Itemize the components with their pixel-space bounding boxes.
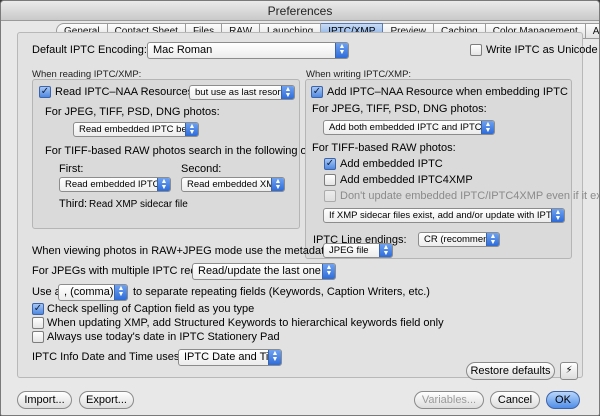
popup-arrows-icon: ▲ ▼ xyxy=(486,233,499,246)
raw-jpeg-value: JPEG file xyxy=(329,245,369,256)
third-label: Third: xyxy=(59,198,88,210)
dont-update-checkbox[interactable] xyxy=(324,190,336,202)
multiple-records-value: Read/update the last one xyxy=(198,265,321,277)
multiple-records-popup[interactable]: Read/update the last one ▲ ▼ xyxy=(192,263,336,280)
popup-arrows-icon: ▲ ▼ xyxy=(335,43,348,58)
checkmark-icon: ✓ xyxy=(312,86,322,97)
read-jpeg-label: For JPEG, TIFF, PSD, DNG photos: xyxy=(45,106,220,118)
variables-button[interactable]: Variables... xyxy=(414,391,484,409)
first-order-value: Read embedded IPTC xyxy=(65,179,160,190)
today-date-checkbox[interactable] xyxy=(32,331,44,343)
first-order-popup[interactable]: Read embedded IPTC ▲ ▼ xyxy=(59,177,171,192)
import-button[interactable]: Import... xyxy=(17,391,72,409)
add-naa-checkbox[interactable]: ✓ xyxy=(311,86,323,98)
line-endings-popup[interactable]: CR (recommended) ▲ ▼ xyxy=(418,232,500,247)
today-date-label: Always use today's date in IPTC Statione… xyxy=(47,331,280,343)
popup-arrows-icon: ▲ ▼ xyxy=(481,121,494,134)
separator-value: , (comma) xyxy=(64,286,114,298)
read-jpeg-value: Read embedded IPTC before XMP xyxy=(79,124,198,135)
read-naa-label: Read IPTC–NAA Resources xyxy=(55,86,194,98)
encoding-label: Default IPTC Encoding: xyxy=(32,44,147,56)
spelling-checkbox[interactable]: ✓ xyxy=(32,303,44,315)
write-jpeg-label: For JPEG, TIFF, PSD, DNG photos: xyxy=(312,103,487,115)
write-unicode-checkbox[interactable] xyxy=(470,44,482,56)
sidecar-value: If XMP sidecar files exist, add and/or u… xyxy=(329,210,565,221)
cancel-button[interactable]: Cancel xyxy=(490,391,540,409)
popup-arrows-icon: ▲ ▼ xyxy=(322,264,335,279)
second-order-popup[interactable]: Read embedded XMP ▲ ▼ xyxy=(181,177,285,192)
writing-groupbox: ✓ Add IPTC–NAA Resource when embedding I… xyxy=(305,79,599,259)
lightning-icon: ⚡ xyxy=(565,365,573,376)
read-naa-checkbox[interactable]: ✓ xyxy=(39,86,51,98)
add-iptc4xmp-label: Add embedded IPTC4XMP xyxy=(340,174,473,186)
add-iptc-checkbox[interactable]: ✓ xyxy=(324,158,336,170)
dont-update-label: Don't update embedded IPTC/IPTC4XMP even… xyxy=(340,190,600,202)
checkmark-icon: ✓ xyxy=(33,303,43,314)
add-iptc4xmp-checkbox[interactable] xyxy=(324,174,336,186)
add-iptc-label: Add embedded IPTC xyxy=(340,158,443,170)
write-raw-label: For TIFF-based RAW photos: xyxy=(312,142,456,154)
second-label: Second: xyxy=(181,163,222,175)
checkmark-icon: ✓ xyxy=(40,86,50,97)
read-naa-mode-value: but use as last resort xyxy=(195,87,284,98)
structured-keywords-checkbox[interactable] xyxy=(32,317,44,329)
datetime-label: IPTC Info Date and Time uses: xyxy=(32,351,183,363)
reading-groupbox: ✓ Read IPTC–NAA Resources but use as las… xyxy=(32,79,329,229)
export-button[interactable]: Export... xyxy=(79,391,134,409)
read-jpeg-popup[interactable]: Read embedded IPTC before XMP ▲▼ xyxy=(73,122,199,137)
popup-arrows-icon: ▲ ▼ xyxy=(268,350,281,365)
add-naa-label: Add IPTC–NAA Resource when embedding IPT… xyxy=(327,86,568,98)
write-jpeg-value: Add both embedded IPTC and IPTC4XMP xyxy=(329,122,495,133)
checkmark-icon: ✓ xyxy=(325,158,335,169)
sidecar-popup[interactable]: If XMP sidecar files exist, add and/or u… xyxy=(323,208,565,223)
read-raw-label: For TIFF-based RAW photos search in the … xyxy=(45,145,330,157)
ok-button[interactable]: OK xyxy=(546,391,580,409)
popup-arrows-icon: ▲ ▼ xyxy=(379,244,392,257)
popup-arrows-icon: ▲ ▼ xyxy=(551,209,564,222)
preferences-window: Preferences General Contact Sheet Files … xyxy=(0,0,600,416)
window-title: Preferences xyxy=(1,1,599,21)
encoding-popup[interactable]: Mac Roman ▲ ▼ xyxy=(147,42,349,59)
structured-keywords-label: When updating XMP, add Structured Keywor… xyxy=(47,317,444,329)
encoding-value: Mac Roman xyxy=(153,44,213,56)
popup-arrows-icon: ▲ ▼ xyxy=(114,285,127,300)
lightning-button[interactable]: ⚡ xyxy=(560,362,578,380)
datetime-popup[interactable]: IPTC Date and Time ▲ ▼ xyxy=(178,349,282,366)
popup-arrows-icon: ▲ ▼ xyxy=(157,178,170,191)
separator-use-label: Use a xyxy=(32,286,61,298)
spelling-label: Check spelling of Caption field as you t… xyxy=(47,303,255,315)
popup-arrows-icon: ▲ ▼ xyxy=(185,123,198,136)
popup-arrows-icon: ▲ ▼ xyxy=(281,86,294,99)
raw-jpeg-popup[interactable]: JPEG file ▲ ▼ xyxy=(323,243,393,258)
third-order-value: Read XMP sidecar file xyxy=(89,199,188,210)
first-label: First: xyxy=(59,163,84,175)
popup-arrows-icon: ▲ ▼ xyxy=(271,178,284,191)
second-order-value: Read embedded XMP xyxy=(187,179,281,190)
read-naa-mode-popup[interactable]: but use as last resort ▲ ▼ xyxy=(189,85,295,100)
write-unicode-label: Write IPTC as Unicode xyxy=(486,44,598,56)
restore-defaults-button[interactable]: Restore defaults xyxy=(466,362,555,380)
write-jpeg-popup[interactable]: Add both embedded IPTC and IPTC4XMP ▲ ▼ xyxy=(323,120,495,135)
tab-accessibility[interactable]: Accessibility xyxy=(585,23,599,39)
tab-content-panel: Default IPTC Encoding: Mac Roman ▲ ▼ Writ… xyxy=(17,32,599,378)
separator-after-label: to separate repeating fields (Keywords, … xyxy=(133,286,430,298)
separator-popup[interactable]: , (comma) ▲ ▼ xyxy=(58,284,128,301)
